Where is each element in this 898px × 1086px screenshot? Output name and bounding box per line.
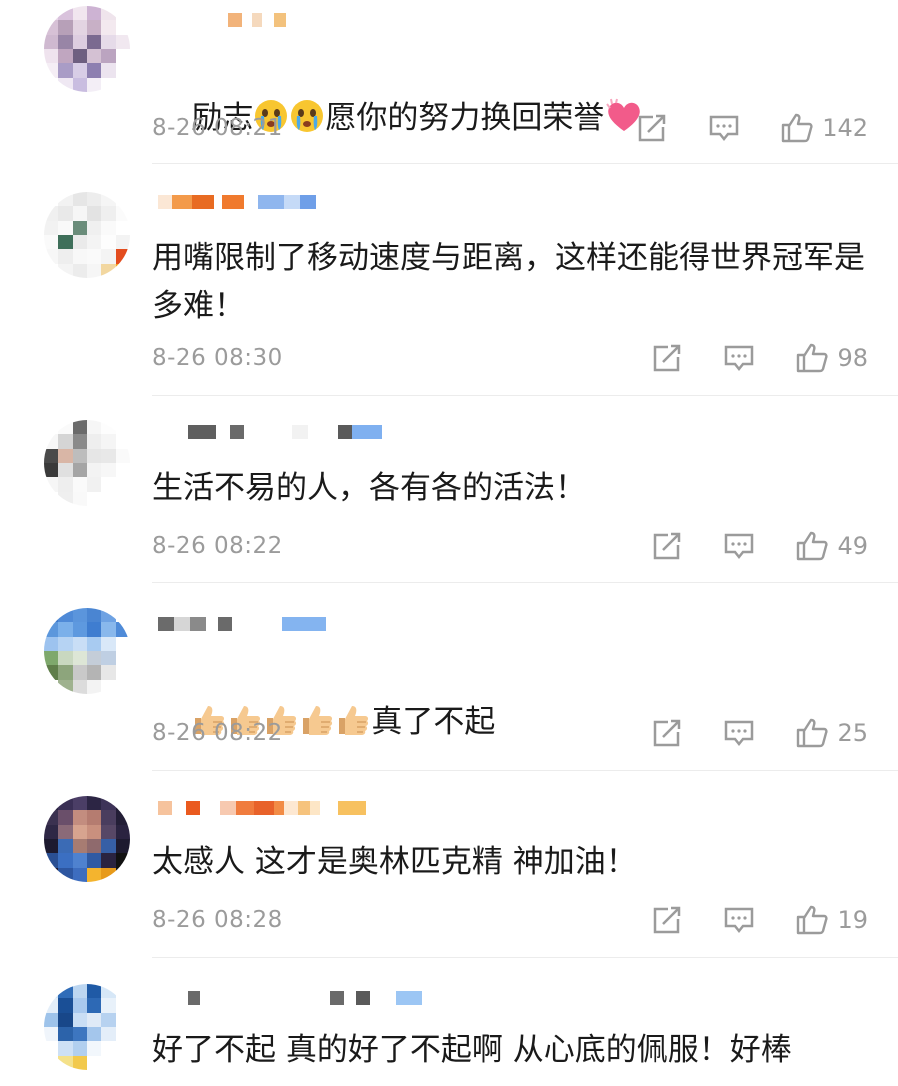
comment-text: 太感人 这才是奥林匹克精 神加油！ [152,844,637,880]
comment-time: 8-26 08:22 [152,720,283,746]
divider [152,582,898,583]
share-icon[interactable] [651,531,683,561]
avatar[interactable] [44,984,130,1070]
like-count: 142 [822,114,868,142]
comment-icon[interactable] [723,905,755,935]
comment-icon[interactable] [723,531,755,561]
share-icon[interactable] [651,718,683,748]
divider [152,957,898,958]
share-icon[interactable] [651,343,683,373]
comment-actions: 19 [611,902,868,938]
thumbs-up-icon[interactable] [795,530,829,562]
comment-meta: 8-26 08:30 98 [152,340,868,376]
comment-meta: 8-26 08:22 49 [152,528,868,564]
thumbs-up-icon[interactable] [795,904,829,936]
share-icon[interactable] [651,905,683,935]
comment-text: 用嘴限制了移动速度与距离，这样还能得世界冠军是多难！ [152,240,865,324]
avatar[interactable] [44,608,130,694]
like-count: 25 [837,719,868,747]
divider [152,163,898,164]
comment-meta: 8-26 08:21 142 [152,110,868,146]
avatar[interactable] [44,192,130,278]
share-icon[interactable] [636,113,668,143]
username-blurred[interactable] [158,612,326,636]
comment-text: 好了不起 真的好了不起啊 从心底的佩服！好棒 [152,1032,792,1068]
comment-icon[interactable] [708,113,740,143]
comment-time: 8-26 08:28 [152,907,283,933]
comment-time: 8-26 08:21 [152,115,283,141]
thumbs-up-icon[interactable] [795,342,829,374]
like-count: 98 [837,344,868,372]
avatar[interactable] [44,796,130,882]
divider [152,395,898,396]
comment-icon[interactable] [723,343,755,373]
comment-text: 生活不易的人，各有各的活法！ [152,470,586,506]
comment-actions: 142 [596,110,868,146]
thumbs-up-icon[interactable] [795,717,829,749]
like-count: 49 [837,532,868,560]
username-blurred[interactable] [158,8,286,32]
username-blurred[interactable] [158,796,366,820]
comment-icon[interactable] [723,718,755,748]
username-blurred[interactable] [158,420,382,444]
username-blurred[interactable] [158,190,316,214]
like-count: 19 [837,906,868,934]
comment-time: 8-26 08:22 [152,533,283,559]
avatar[interactable] [44,420,130,506]
avatar[interactable] [44,6,130,92]
username-blurred[interactable] [158,986,422,1010]
comment-actions: 49 [611,528,868,564]
comment-actions: 98 [611,340,868,376]
comment-time: 8-26 08:30 [152,345,283,371]
comment-meta: 8-26 08:28 19 [152,902,868,938]
thumbs-up-icon[interactable] [780,112,814,144]
comment-actions: 25 [611,715,868,751]
divider [152,770,898,771]
comment-meta: 8-26 08:22 25 [152,715,868,751]
